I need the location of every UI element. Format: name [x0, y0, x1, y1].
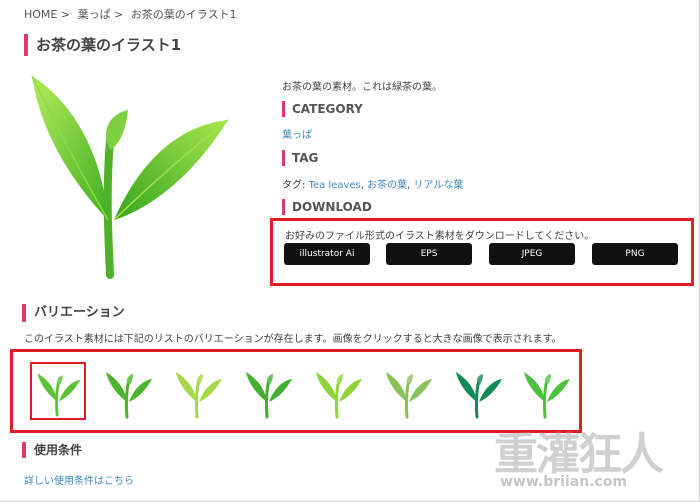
download-eps-button[interactable]: EPS [386, 243, 472, 265]
tea-leaf-icon [524, 372, 570, 419]
tea-leaf-icon [386, 372, 432, 419]
tea-leaf-illustration [30, 70, 245, 280]
tea-leaf-icon [456, 372, 502, 419]
download-jpeg-button[interactable]: JPEG [489, 243, 575, 265]
page-title: お茶の葉のイラスト1 [24, 34, 181, 56]
watermark-logo: 重灌狂人 [494, 429, 664, 480]
variation-description: このイラスト素材には下記のリストのバリエーションが存在します。画像をクリックする… [24, 334, 562, 345]
tag-link-realistic-leaf[interactable]: リアルな葉 [414, 180, 464, 191]
variation-thumbnail-5[interactable] [310, 362, 366, 420]
category-link[interactable]: 葉っぱ [282, 126, 312, 141]
page-description: お茶の葉の素材。これは緑茶の葉。 [282, 82, 442, 93]
category-heading: CATEGORY [282, 101, 363, 117]
download-ai-button[interactable]: illustrator Ai [284, 243, 370, 265]
download-highlight-box: お好みのファイル形式のイラスト素材をダウンロードしてください。 illustra… [270, 218, 694, 286]
variation-thumbnail-1[interactable] [30, 362, 86, 420]
tag-prefix: タグ: [282, 180, 306, 191]
download-note: お好みのファイル形式のイラスト素材をダウンロードしてください。 [285, 231, 595, 242]
variation-thumbnail-3[interactable] [170, 362, 226, 420]
breadcrumb: HOME > 葉っぱ > お茶の葉のイラスト1 [24, 6, 241, 22]
breadcrumb-home-link[interactable]: HOME [24, 8, 57, 21]
variation-thumbnail-7[interactable] [450, 362, 506, 420]
tag-link-tea-leaves[interactable]: Tea leaves [309, 180, 361, 191]
terms-link[interactable]: 詳しい使用条件はこちら [24, 472, 134, 487]
terms-heading: 使用条件 [22, 442, 82, 458]
watermark-url: www.briian.com [500, 474, 627, 490]
breadcrumb-separator: > [60, 8, 71, 21]
tea-leaf-icon [106, 372, 152, 419]
variation-thumbnail-4[interactable] [240, 362, 296, 420]
tag-list: タグ: Tea leaves, お茶の葉, リアルな葉 [282, 176, 463, 191]
breadcrumb-separator: > [114, 8, 124, 21]
download-heading: DOWNLOAD [282, 199, 372, 215]
tea-leaf-icon [37, 373, 81, 417]
tag-link-ocha-no-ha[interactable]: お茶の葉 [367, 180, 407, 191]
breadcrumb-current: お茶の葉のイラスト1 [130, 8, 237, 21]
variation-thumbnail-8[interactable] [518, 362, 574, 420]
tag-heading: TAG [282, 150, 318, 166]
tea-leaf-icon [316, 372, 362, 419]
variation-thumbnail-2[interactable] [100, 362, 156, 420]
download-png-button[interactable]: PNG [592, 243, 678, 265]
breadcrumb-category-link[interactable]: 葉っぱ [78, 8, 111, 21]
tea-leaf-icon [176, 372, 222, 419]
tea-leaf-icon [246, 372, 292, 419]
variation-heading: バリエーション [22, 304, 125, 322]
variation-thumbnail-6[interactable] [380, 362, 436, 420]
